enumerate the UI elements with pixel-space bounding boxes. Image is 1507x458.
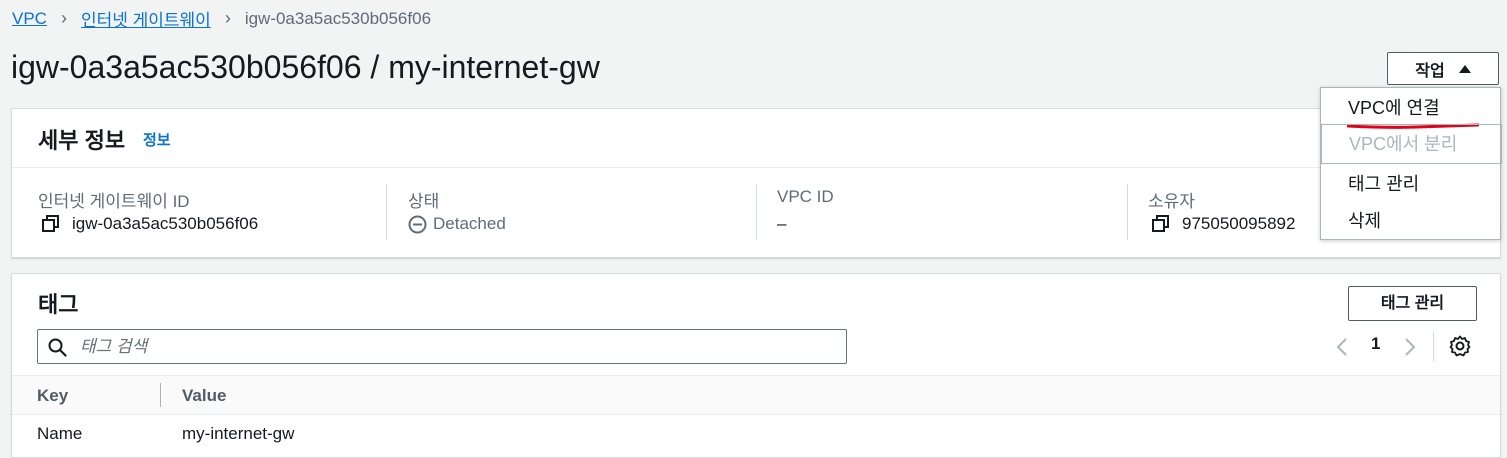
actions-button[interactable]: 작업 (1387, 52, 1499, 85)
field-value-state: Detached (408, 214, 506, 234)
table-cell-key: Name (37, 424, 83, 443)
copy-icon[interactable] (42, 215, 60, 233)
menu-item-label: 삭제 (1348, 211, 1382, 231)
owner-text: 975050095892 (1182, 214, 1296, 233)
info-link[interactable]: 정보 (143, 129, 171, 150)
vpc-id-text: – (777, 214, 787, 233)
copy-icon[interactable] (1152, 215, 1170, 233)
status-stopped-icon (408, 215, 427, 233)
table-header: Key Value (12, 375, 1500, 415)
chevron-left-icon[interactable] (1336, 337, 1348, 357)
tag-search-input[interactable] (78, 330, 838, 363)
menu-item-manage-tags[interactable]: 태그 관리 (1321, 170, 1500, 196)
actions-dropdown-menu: VPC에 연결 VPC에서 분리 태그 관리 삭제 (1320, 87, 1502, 240)
field-value-igw-id: igw-0a3a5ac530b056f06 (42, 214, 258, 234)
tags-panel: 태그 태그 관리 1 Key Value Name my-internet-gw (11, 273, 1501, 458)
chevron-right-icon: › (224, 8, 231, 28)
chevron-right-icon: › (60, 8, 67, 28)
menu-item-delete[interactable]: 삭제 (1321, 207, 1500, 233)
manage-tags-button[interactable]: 태그 관리 (1348, 286, 1477, 321)
breadcrumb: VPC › 인터넷 게이트웨이 › igw-0a3a5ac530b056f06 (12, 6, 431, 31)
breadcrumb-current: igw-0a3a5ac530b056f06 (244, 8, 432, 28)
details-panel: 세부 정보 정보 인터넷 게이트웨이 ID igw-0a3a5ac530b056… (11, 108, 1501, 258)
tags-title: 태그 (38, 292, 79, 317)
menu-item-label: 태그 관리 (1348, 174, 1420, 194)
field-label-vpc-id: VPC ID (777, 187, 834, 206)
divider (756, 184, 757, 240)
breadcrumb-internet-gateways-link[interactable]: 인터넷 게이트웨이 (81, 6, 211, 31)
column-header-value[interactable]: Value (182, 386, 226, 406)
field-value-owner: 975050095892 (1152, 214, 1295, 234)
menu-item-label: VPC에 연결 (1348, 98, 1440, 118)
details-title: 세부 정보 (38, 128, 126, 153)
page-number[interactable]: 1 (1371, 334, 1380, 354)
field-value-vpc-id: – (777, 214, 786, 234)
table-cell-value: my-internet-gw (182, 424, 295, 443)
divider (386, 184, 387, 240)
search-icon (48, 338, 67, 357)
column-divider[interactable] (160, 383, 161, 407)
field-label-state: 상태 (408, 192, 440, 211)
column-header-key[interactable]: Key (37, 386, 68, 406)
menu-item-label: VPC에서 분리 (1349, 134, 1458, 154)
field-label-owner: 소유자 (1148, 192, 1195, 211)
divider (1127, 184, 1128, 240)
actions-button-label: 작업 (1415, 62, 1445, 80)
chevron-right-icon[interactable] (1404, 337, 1416, 357)
gear-icon[interactable] (1449, 335, 1471, 357)
page-title: igw-0a3a5ac530b056f06 / my-internet-gw (11, 49, 600, 85)
divider (1433, 332, 1434, 362)
tag-search-box (37, 329, 847, 364)
menu-item-attach-to-vpc[interactable]: VPC에 연결 (1321, 94, 1500, 120)
caret-up-icon (1458, 64, 1471, 73)
state-text: Detached (433, 214, 506, 233)
igw-id-text: igw-0a3a5ac530b056f06 (72, 214, 259, 233)
breadcrumb-vpc-link[interactable]: VPC (12, 9, 47, 29)
details-header: 세부 정보 정보 (12, 109, 1500, 168)
field-label-igw-id: 인터넷 게이트웨이 ID (38, 192, 190, 211)
menu-item-detach-from-vpc: VPC에서 분리 (1321, 124, 1502, 164)
